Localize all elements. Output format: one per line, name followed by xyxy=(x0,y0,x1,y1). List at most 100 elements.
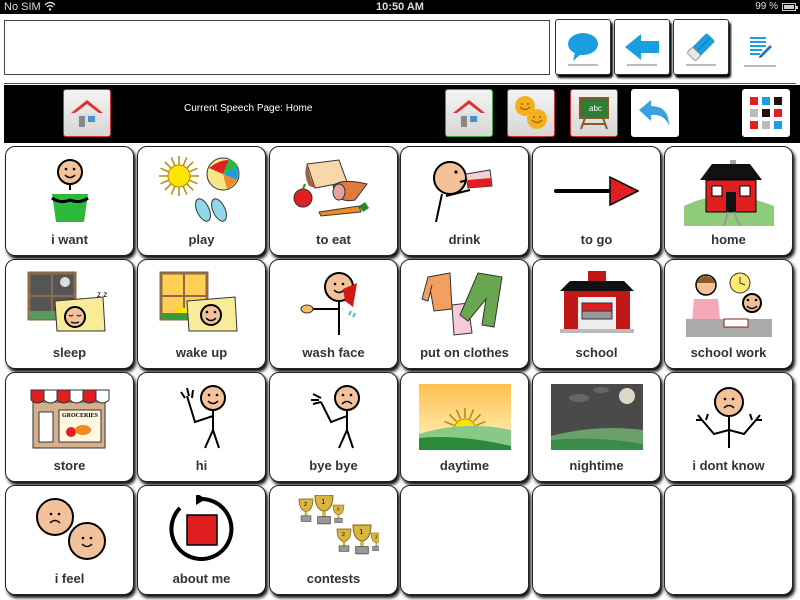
symbol-button-sleep[interactable]: z z sleep xyxy=(5,259,134,369)
school-button[interactable]: abc xyxy=(570,89,618,137)
svg-text:2: 2 xyxy=(303,502,306,508)
back-arrow-icon xyxy=(637,98,673,128)
symbol-label: wash face xyxy=(302,345,365,360)
wave-hi-icon xyxy=(138,381,265,453)
symbol-button-drink[interactable]: drink xyxy=(400,146,529,256)
svg-text:1: 1 xyxy=(321,497,325,506)
symbol-button-empty-22[interactable] xyxy=(532,485,661,595)
speak-button[interactable] xyxy=(555,19,611,75)
speech-bubble-icon xyxy=(566,31,600,63)
symbol-button-about-me[interactable]: about me xyxy=(137,485,266,595)
symbol-label: bye bye xyxy=(309,458,358,473)
symbol-label: about me xyxy=(172,571,231,586)
color-grid-button[interactable] xyxy=(742,89,790,137)
symbol-button-i-feel[interactable]: i feel xyxy=(5,485,134,595)
battery-percent: 99 % xyxy=(755,1,778,12)
symbol-button-school-work[interactable]: school work xyxy=(664,259,793,369)
food-icon xyxy=(270,155,397,227)
symbol-button-play[interactable]: play xyxy=(137,146,266,256)
sleep-icon: z z xyxy=(6,268,133,340)
symbol-button-empty-21[interactable] xyxy=(400,485,529,595)
symbol-label: wake up xyxy=(175,345,228,360)
svg-text:1: 1 xyxy=(359,527,363,536)
i-want-icon xyxy=(6,155,133,227)
symbol-button-contests[interactable]: 2 1 3 2 1 3 contests xyxy=(269,485,398,595)
symbol-label: daytime xyxy=(439,458,490,473)
symbol-label: i dont know xyxy=(692,458,765,473)
back-button[interactable] xyxy=(631,89,679,137)
school-icon xyxy=(533,268,660,340)
symbol-button-school[interactable]: school xyxy=(532,259,661,369)
wave-bye-icon xyxy=(270,381,397,453)
symbol-grid: i want play to eat drink to go home z z sleep wa… xyxy=(0,143,800,600)
symbol-label: contests xyxy=(306,571,361,586)
trophies-icon: 213213 xyxy=(270,494,397,566)
house-icon xyxy=(69,97,105,129)
smiley-faces-icon xyxy=(512,94,550,132)
clear-button[interactable] xyxy=(673,19,729,75)
backspace-button[interactable] xyxy=(614,19,670,75)
symbol-label: school xyxy=(575,345,618,360)
symbol-button-nightime[interactable]: nightime xyxy=(532,372,661,482)
symbol-button-wake-up[interactable]: wake up xyxy=(137,259,266,369)
symbol-label: i feel xyxy=(54,571,85,586)
arrow-right-icon xyxy=(533,155,660,227)
edit-button[interactable] xyxy=(732,19,788,75)
symbol-label: sleep xyxy=(52,345,87,360)
play-icon xyxy=(138,155,265,227)
symbol-label: store xyxy=(53,458,86,473)
sunrise-icon xyxy=(401,381,528,453)
symbol-label: put on clothes xyxy=(420,345,509,360)
symbol-button-i-dont-know[interactable]: i dont know xyxy=(664,372,793,482)
symbol-button-daytime[interactable]: daytime xyxy=(400,372,529,482)
battery-icon xyxy=(782,3,798,11)
feelings-button[interactable] xyxy=(507,89,555,137)
notepad-pencil-icon xyxy=(746,33,774,61)
svg-text:z z: z z xyxy=(97,290,107,299)
night-moon-icon xyxy=(533,381,660,453)
wash-face-icon xyxy=(270,268,397,340)
symbol-label: nightime xyxy=(569,458,624,473)
symbol-label: play xyxy=(188,232,215,247)
symbol-button-home[interactable]: home xyxy=(664,146,793,256)
message-window[interactable] xyxy=(4,20,550,75)
about-me-icon xyxy=(138,494,265,566)
svg-text:2: 2 xyxy=(341,532,344,538)
color-grid-icon xyxy=(748,95,784,131)
symbol-label: to eat xyxy=(316,232,351,247)
house-icon xyxy=(451,97,487,129)
drink-icon xyxy=(401,155,528,227)
svg-text:abc: abc xyxy=(589,104,602,113)
symbol-button-put-on-clothes[interactable]: put on clothes xyxy=(400,259,529,369)
navigation-bar: Current Speech Page: Home abc xyxy=(4,85,800,143)
symbol-button-to-go[interactable]: to go xyxy=(532,146,661,256)
home-button[interactable] xyxy=(445,89,493,137)
symbol-label: school work xyxy=(690,345,767,360)
symbol-button-empty-23[interactable] xyxy=(664,485,793,595)
symbol-button-bye-bye[interactable]: bye bye xyxy=(269,372,398,482)
shrug-icon xyxy=(665,381,792,453)
svg-text:GROCERIES: GROCERIES xyxy=(62,413,99,419)
symbol-button-wash-face[interactable]: wash face xyxy=(269,259,398,369)
status-bar: No SIM 10:50 AM 99 % xyxy=(0,0,800,14)
current-page-label: Current Speech Page: Home xyxy=(184,103,313,114)
house-icon xyxy=(665,155,792,227)
symbol-button-i-want[interactable]: i want xyxy=(5,146,134,256)
symbol-label: i want xyxy=(51,232,88,247)
chalkboard-icon: abc xyxy=(575,94,613,132)
eraser-icon xyxy=(684,30,718,64)
school-work-icon xyxy=(665,268,792,340)
home-left-button[interactable] xyxy=(63,89,111,137)
symbol-button-to-eat[interactable]: to eat xyxy=(269,146,398,256)
top-bar xyxy=(0,14,800,84)
clock: 10:50 AM xyxy=(376,1,424,13)
wake-up-icon xyxy=(138,268,265,340)
feelings-faces-icon xyxy=(6,494,133,566)
clothes-icon xyxy=(401,268,528,340)
symbol-label: home xyxy=(711,232,746,247)
symbol-button-store[interactable]: GROCERIES store xyxy=(5,372,134,482)
symbol-button-hi[interactable]: hi xyxy=(137,372,266,482)
symbol-label: to go xyxy=(580,232,613,247)
left-arrow-icon xyxy=(623,32,661,62)
symbol-label: hi xyxy=(195,458,208,473)
